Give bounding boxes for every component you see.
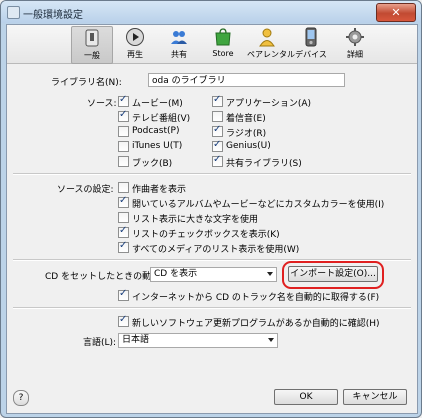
- custom-colors-checkbox[interactable]: [118, 195, 129, 208]
- tab-parental-label: ペアレンタル: [247, 50, 295, 59]
- tab-devices-label: デバイス: [295, 50, 327, 59]
- tab-devices[interactable]: デバイス: [291, 26, 331, 62]
- advanced-icon: [346, 28, 364, 46]
- podcast-label: Podcast(P): [132, 126, 180, 136]
- general-icon: [85, 29, 99, 47]
- library-name-label: ライブラリ名(N):: [51, 78, 122, 88]
- tab-sharing[interactable]: 共有: [159, 26, 199, 62]
- window-icon: [7, 6, 20, 19]
- store-icon: [215, 28, 231, 46]
- cd-action-value: CD を表示: [154, 269, 198, 279]
- ringtones-label: 着信音(E): [226, 114, 266, 124]
- applications-checkbox[interactable]: [212, 94, 223, 107]
- custom-colors-label: 開いているアルバムやムービーなどにカスタムカラーを使用(I): [132, 200, 385, 210]
- divider: [13, 173, 411, 175]
- preferences-panel: 一般 再生 共有 Store ペアレンタル デバイス 詳細 ライブラリ名(N):…: [6, 24, 418, 414]
- language-select[interactable]: 日本語: [118, 333, 278, 348]
- check-updates-checkbox[interactable]: [118, 314, 129, 327]
- list-view-all-media-checkbox[interactable]: [118, 240, 129, 253]
- chevron-down-icon: [268, 338, 274, 342]
- radio-label: ラジオ(R): [226, 129, 267, 139]
- genius-label: Genius(U): [226, 141, 271, 151]
- shared-libraries-label: 共有ライブラリ(S): [226, 159, 302, 169]
- applications-label: アプリケーション(A): [226, 99, 311, 109]
- playback-icon: [126, 28, 144, 46]
- large-text-label: リスト表示に大きな文字を使用: [132, 215, 259, 225]
- tab-playback[interactable]: 再生: [115, 26, 155, 62]
- itunes-u-label: iTunes U(T): [132, 141, 183, 151]
- tv-shows-checkbox[interactable]: [118, 109, 129, 122]
- tab-general-label: 一般: [84, 51, 100, 60]
- itunes-u-checkbox[interactable]: [118, 141, 129, 152]
- tab-sharing-label: 共有: [171, 50, 187, 59]
- tab-parental[interactable]: ペアレンタル: [247, 26, 295, 62]
- show-composer-checkbox[interactable]: [118, 182, 129, 193]
- language-value: 日本語: [122, 335, 150, 345]
- check-updates-label: 新しいソフトウェア更新プログラムがあるか自動的に確認(H): [132, 319, 380, 329]
- preferences-window: 一般環境設定 ✕ 一般 再生 共有 Store ペアレンタル デバイス 詳細 ラ…: [0, 0, 422, 418]
- close-button[interactable]: ✕: [376, 3, 416, 22]
- sharing-icon: [171, 31, 187, 44]
- radio-checkbox[interactable]: [212, 124, 223, 137]
- source-settings-label: ソースの設定:: [57, 185, 114, 195]
- show-composer-label: 作曲者を表示: [132, 185, 187, 195]
- movies-checkbox[interactable]: [118, 94, 129, 107]
- genius-checkbox[interactable]: [212, 139, 223, 152]
- tab-store[interactable]: Store: [203, 26, 243, 62]
- shared-libraries-checkbox[interactable]: [212, 154, 223, 167]
- large-text-checkbox[interactable]: [118, 212, 129, 223]
- ringtones-checkbox[interactable]: [212, 111, 223, 122]
- list-checkboxes-label: リストのチェックボックスを表示(K): [132, 230, 280, 240]
- tab-general[interactable]: 一般: [71, 26, 113, 64]
- chevron-down-icon: [267, 272, 273, 276]
- movies-label: ムービー(M): [132, 99, 183, 109]
- tab-playback-label: 再生: [127, 50, 143, 59]
- divider: [13, 307, 411, 309]
- devices-icon: [305, 27, 317, 47]
- tv-shows-label: テレビ番組(V): [132, 114, 191, 124]
- books-checkbox[interactable]: [118, 156, 129, 167]
- podcast-checkbox[interactable]: [118, 126, 129, 137]
- sources-label: ソース:: [87, 99, 117, 109]
- cd-action-select[interactable]: CD を表示: [150, 267, 277, 282]
- highlight-annotation: [282, 261, 384, 289]
- cd-track-names-label: インターネットから CD のトラック名を自動的に取得する(F): [132, 293, 380, 303]
- parental-icon: [259, 28, 275, 47]
- tab-advanced[interactable]: 詳細: [335, 26, 375, 62]
- ok-button[interactable]: OK: [274, 389, 338, 405]
- cd-track-names-checkbox[interactable]: [118, 288, 129, 301]
- library-name-field[interactable]: oda のライブラリ: [148, 73, 345, 87]
- list-view-all-media-label: すべてのメディアのリスト表示を使用(W): [132, 245, 300, 255]
- preferences-toolbar: 一般 再生 共有 Store ペアレンタル デバイス 詳細: [7, 25, 417, 64]
- books-label: ブック(B): [132, 159, 173, 169]
- language-label: 言語(L):: [83, 338, 117, 348]
- window-title: 一般環境設定: [23, 10, 83, 21]
- list-checkboxes-checkbox[interactable]: [118, 225, 129, 238]
- help-button[interactable]: ?: [13, 390, 29, 406]
- cancel-button[interactable]: キャンセル: [343, 389, 407, 405]
- title-bar[interactable]: 一般環境設定 ✕: [1, 1, 421, 23]
- tab-store-label: Store: [212, 49, 234, 58]
- tab-advanced-label: 詳細: [347, 50, 363, 59]
